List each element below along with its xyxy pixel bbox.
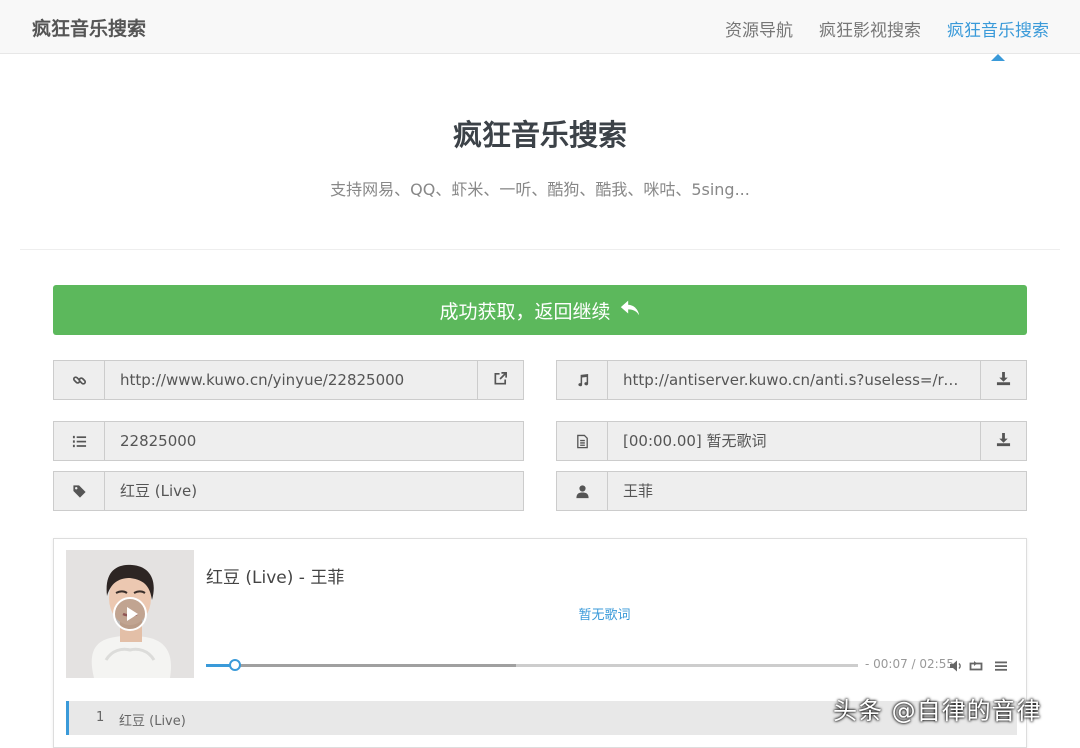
song-id-group: 22825000 <box>53 421 524 461</box>
playlist-item-name: 红豆 (Live) <box>119 714 186 729</box>
external-link-icon <box>493 371 508 390</box>
lyric-field[interactable]: [00:00.00] 暂无歌词 <box>608 422 980 460</box>
nav-links: 资源导航 疯狂影视搜索 疯狂音乐搜索 <box>725 16 1049 61</box>
song-name-field[interactable]: 红豆 (Live) <box>105 472 523 510</box>
song-id-field[interactable]: 22825000 <box>105 422 523 460</box>
playlist-toggle-button[interactable] <box>994 658 1008 672</box>
playlist-item-index: 1 <box>96 710 105 725</box>
song-link-group: http://www.kuwo.cn/yinyue/22825000 <box>53 360 524 400</box>
song-name-group: 红豆 (Live) <box>53 471 524 511</box>
download-icon <box>996 371 1011 390</box>
artist-field[interactable]: 王菲 <box>608 472 1026 510</box>
watermark: 头条 @自律的音律 <box>833 697 1042 725</box>
user-icon <box>557 472 608 510</box>
lyric-group: [00:00.00] 暂无歌词 <box>556 421 1027 461</box>
song-link-field[interactable]: http://www.kuwo.cn/yinyue/22825000 <box>105 361 477 399</box>
volume-button[interactable] <box>949 658 963 672</box>
brand-logo-text[interactable]: 疯狂音乐搜索 <box>32 14 146 41</box>
audio-url-field[interactable]: http://antiserver.kuwo.cn/anti.s?useless… <box>608 361 980 399</box>
navbar: 疯狂音乐搜索 资源导航 疯狂影视搜索 疯狂音乐搜索 <box>0 0 1080 61</box>
link-icon <box>54 361 105 399</box>
tag-icon <box>54 472 105 510</box>
download-icon <box>996 432 1011 451</box>
progress-thumb[interactable] <box>229 659 242 671</box>
audio-url-group: http://antiserver.kuwo.cn/anti.s?useless… <box>556 360 1027 400</box>
loop-button[interactable] <box>969 658 983 672</box>
nav-link-video-search[interactable]: 疯狂影视搜索 <box>819 16 921 41</box>
page-title: 疯狂音乐搜索 <box>452 118 627 152</box>
download-audio-button[interactable] <box>980 361 1026 399</box>
return-continue-label: 成功获取，返回继续 <box>439 300 611 323</box>
loop-icon <box>969 658 983 677</box>
music-note-icon <box>557 361 608 399</box>
progress-bar[interactable] <box>206 659 858 671</box>
album-cover[interactable] <box>66 550 194 678</box>
ordered-list-icon <box>54 422 105 460</box>
artist-group: 王菲 <box>556 471 1027 511</box>
play-pause-button[interactable] <box>113 597 147 631</box>
file-text-icon <box>557 422 608 460</box>
divider <box>20 249 1060 250</box>
menu-icon <box>994 658 1008 677</box>
open-external-button[interactable] <box>477 361 523 399</box>
time-display: - 00:07 / 02:55 <box>865 657 954 671</box>
track-title: 红豆 (Live) - 王菲 <box>206 568 345 588</box>
nav-link-music-search[interactable]: 疯狂音乐搜索 <box>947 16 1049 61</box>
current-lyric-line: 暂无歌词 <box>578 608 631 623</box>
volume-icon <box>949 658 963 677</box>
progress-loaded <box>206 664 516 667</box>
page-subtitle: 支持网易、QQ、虾米、一听、酷狗、酷我、咪咕、5sing... <box>330 180 750 199</box>
return-continue-button[interactable]: 成功获取，返回继续 <box>53 285 1027 335</box>
nav-link-resources[interactable]: 资源导航 <box>725 16 793 41</box>
download-lyric-button[interactable] <box>980 422 1026 460</box>
reply-arrow-icon <box>619 297 641 324</box>
